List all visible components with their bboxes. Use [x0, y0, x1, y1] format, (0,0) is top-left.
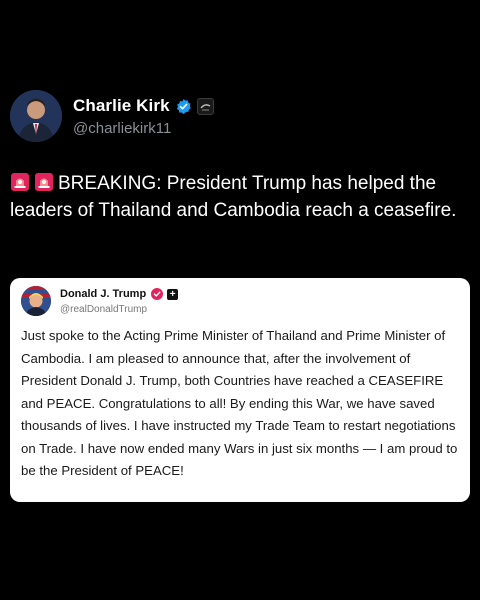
quoted-avatar[interactable]: [21, 286, 51, 316]
siren-icon: [35, 173, 53, 191]
affiliate-badge-icon[interactable]: [196, 97, 214, 115]
post-author[interactable]: Charlie Kirk @charliekirk11: [10, 90, 214, 142]
post-text: BREAKING: President Trump has helped the…: [10, 170, 470, 224]
quoted-avatar-image: [21, 286, 51, 316]
quoted-author-name[interactable]: Donald J. Trump: [60, 288, 146, 300]
quoted-author-handle[interactable]: @realDonaldTrump: [60, 304, 147, 315]
author-handle[interactable]: @charliekirk11: [73, 120, 214, 137]
follow-plus-icon[interactable]: +: [167, 288, 179, 300]
avatar-image: [10, 90, 62, 142]
siren-icon: [11, 173, 29, 191]
quoted-post-text: Just spoke to the Acting Prime Minister …: [21, 328, 458, 478]
verified-badge-icon: [176, 98, 191, 114]
avatar[interactable]: [10, 90, 62, 142]
post: Charlie Kirk @charliekirk11 BREAKING: Pr…: [0, 0, 480, 600]
quoted-verified-badge-icon: [151, 288, 164, 300]
author-name[interactable]: Charlie Kirk: [73, 96, 170, 116]
post-text-content: BREAKING: President Trump has helped the…: [10, 173, 457, 221]
quoted-post-card[interactable]: Donald J. Trump + @realDonaldTrump Just …: [10, 278, 470, 502]
